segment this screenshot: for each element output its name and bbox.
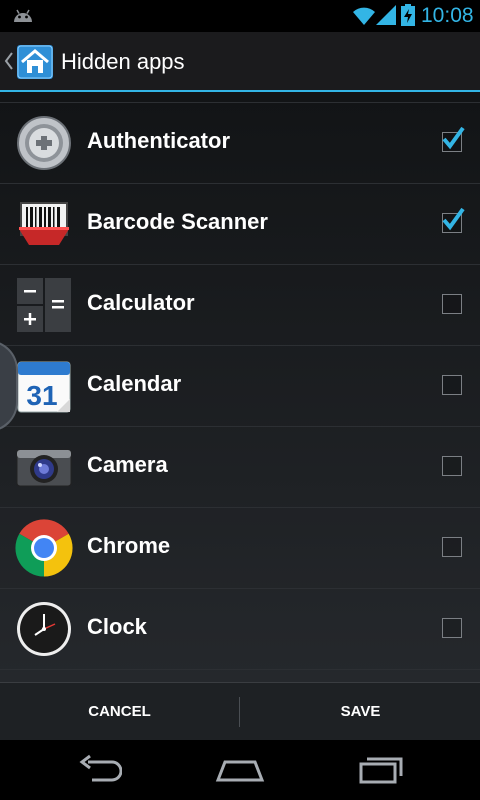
list-item-chrome[interactable]: Chrome (0, 507, 480, 588)
list-item-calendar[interactable]: 31 Calendar (0, 345, 480, 426)
page-title: Hidden apps (61, 49, 185, 74)
authenticator-icon (17, 116, 71, 170)
clock-icon (17, 602, 71, 656)
action-bar: Hidden apps (0, 32, 480, 90)
list-item-authenticator[interactable]: Authenticator (0, 102, 480, 183)
android-notification-icon (14, 9, 32, 22)
chevron-left-icon[interactable] (4, 52, 13, 70)
back-icon[interactable] (78, 754, 122, 784)
checkmark-icon (442, 207, 465, 231)
recent-apps-icon[interactable] (358, 754, 404, 784)
status-bar: 10:08 (0, 0, 480, 32)
save-button[interactable]: SAVE (241, 683, 480, 741)
list-item-calculator[interactable]: Calculator (0, 264, 480, 345)
app-label: Camera (87, 452, 168, 477)
hide-checkbox[interactable] (442, 294, 462, 314)
hide-checkbox[interactable] (442, 375, 462, 395)
cancel-button[interactable]: CANCEL (0, 683, 239, 741)
calendar-icon: 31 (17, 361, 71, 413)
list-item-clock[interactable]: Clock (0, 588, 480, 669)
signal-icon (376, 5, 396, 25)
button-separator (239, 697, 240, 727)
hidden-apps-list[interactable]: Authenticator Barcode Scanner Calculator… (0, 92, 480, 682)
list-item-camera[interactable]: Camera (0, 426, 480, 507)
navigation-bar (0, 740, 480, 800)
list-item-partial (0, 669, 480, 682)
hide-checkbox[interactable] (442, 618, 462, 638)
app-label: Chrome (87, 533, 171, 558)
button-bar: CANCEL SAVE (0, 682, 480, 741)
checkmark-icon (442, 126, 465, 150)
home-icon[interactable] (17, 45, 53, 79)
chrome-icon (15, 519, 73, 577)
wifi-icon (353, 7, 375, 25)
barcode-scanner-icon (19, 202, 69, 245)
app-label: Calculator (87, 290, 195, 315)
camera-icon (16, 449, 72, 487)
app-label: Authenticator (87, 128, 230, 153)
list-item-barcode-scanner[interactable]: Barcode Scanner (0, 183, 480, 264)
calendar-date-text: 31 (26, 380, 57, 411)
hide-checkbox[interactable] (442, 537, 462, 557)
app-label: Barcode Scanner (87, 209, 268, 234)
app-label: Calendar (87, 371, 182, 396)
hide-checkbox[interactable] (442, 456, 462, 476)
calculator-icon (17, 278, 71, 332)
app-label: Clock (87, 614, 147, 639)
home-nav-icon[interactable] (215, 754, 265, 784)
status-clock: 10:08 (421, 4, 474, 27)
battery-charging-icon (401, 4, 415, 26)
